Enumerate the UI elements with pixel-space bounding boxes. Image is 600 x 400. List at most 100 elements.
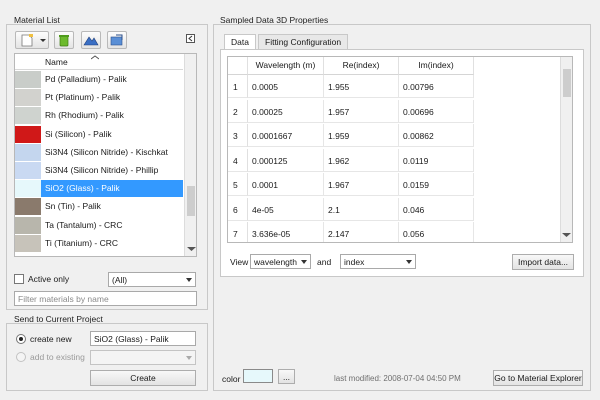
material-filter-value: (All) bbox=[112, 275, 128, 285]
table-cell[interactable]: 3.636e-05 bbox=[248, 222, 324, 242]
table-header-im-index[interactable]: Im(index) bbox=[399, 57, 474, 75]
create-new-radio[interactable] bbox=[16, 334, 26, 344]
material-color-swatch bbox=[15, 125, 41, 143]
collapse-panel-icon[interactable] bbox=[186, 34, 195, 43]
material-list-item[interactable]: Si (Silicon) - Palik bbox=[15, 125, 183, 143]
new-material-button[interactable] bbox=[15, 31, 49, 49]
tab-data[interactable]: Data bbox=[224, 34, 256, 50]
scroll-down-icon[interactable] bbox=[187, 246, 196, 252]
filter-materials-input[interactable]: Filter materials by name bbox=[14, 291, 197, 306]
material-color-swatch bbox=[15, 71, 41, 88]
table-cell[interactable]: 0.0001 bbox=[248, 173, 324, 196]
existing-material-combo[interactable] bbox=[90, 350, 196, 365]
material-color-swatch bbox=[15, 180, 41, 198]
material-list-item[interactable]: Si3N4 (Silicon Nitride) - Kischkat bbox=[15, 143, 183, 161]
last-modified-text: last modified: 2008-07-04 04:50 PM bbox=[334, 374, 461, 383]
create-button[interactable]: Create bbox=[90, 370, 196, 386]
material-list-item[interactable]: Ta (Tantalum) - CRC bbox=[15, 216, 183, 234]
material-color-swatch bbox=[15, 162, 41, 179]
table-cell[interactable]: 0.0159 bbox=[399, 173, 474, 196]
table-row-number[interactable]: 5 bbox=[228, 173, 248, 196]
material-list-item-label: Si3N4 (Silicon Nitride) - Kischkat bbox=[45, 146, 168, 157]
table-header-re-index[interactable]: Re(index) bbox=[324, 57, 399, 75]
table-row-number[interactable]: 2 bbox=[228, 99, 248, 123]
material-list-item[interactable]: Si3N4 (Silicon Nitride) - Phillip bbox=[15, 162, 183, 179]
go-to-material-explorer-button[interactable]: Go to Material Explorer bbox=[493, 370, 583, 386]
material-list-item-label: Sn (Tin) - Palik bbox=[45, 201, 101, 212]
tab-fitting-configuration[interactable]: Fitting Configuration bbox=[258, 34, 349, 49]
material-list-item[interactable]: Pd (Palladium) - Palik bbox=[15, 71, 183, 88]
table-cell[interactable]: 0.046 bbox=[399, 197, 474, 221]
material-list-scrollbar[interactable] bbox=[184, 54, 196, 256]
material-list-item[interactable]: Pt (Platinum) - Palik bbox=[15, 89, 183, 107]
view-x-combo[interactable]: wavelength bbox=[250, 254, 311, 269]
view-y-combo[interactable]: index bbox=[340, 254, 416, 269]
table-row-number[interactable]: 1 bbox=[228, 75, 248, 98]
material-list-item[interactable]: Ti (Titanium) - CRC bbox=[15, 234, 183, 252]
table-cell[interactable]: 4e-05 bbox=[248, 197, 324, 221]
material-list-scroll-thumb[interactable] bbox=[187, 186, 195, 216]
table-cell[interactable]: 0.00025 bbox=[248, 99, 324, 123]
data-table[interactable]: Wavelength (m) Re(index) Im(index) 1 0.00… bbox=[227, 56, 573, 243]
sort-up-icon bbox=[91, 55, 99, 60]
and-label: and bbox=[317, 257, 332, 267]
table-row-number[interactable]: 7 bbox=[228, 222, 248, 242]
table-cell[interactable]: 0.0119 bbox=[399, 148, 474, 172]
color-swatch[interactable] bbox=[243, 369, 273, 383]
material-explorer-button[interactable] bbox=[81, 31, 101, 49]
export-icon bbox=[110, 34, 123, 46]
data-table-scroll-thumb[interactable] bbox=[563, 69, 571, 97]
new-material-name-input[interactable]: SiO2 (Glass) - Palik bbox=[90, 331, 196, 346]
table-header-wavelength[interactable]: Wavelength (m) bbox=[248, 57, 324, 75]
material-list-item-label: Pt (Platinum) - Palik bbox=[45, 92, 121, 103]
table-cell[interactable]: 0.000125 bbox=[248, 148, 324, 172]
choose-color-button[interactable]: ... bbox=[278, 369, 295, 384]
material-list-item[interactable]: SiO2 (Glass) - Palik bbox=[15, 180, 183, 198]
material-list[interactable]: Name Pd (Palladium) - Palik Pt (Platinum)… bbox=[14, 53, 197, 257]
table-cell[interactable]: 0.056 bbox=[399, 222, 474, 242]
table-cell[interactable]: 0.00796 bbox=[399, 75, 474, 98]
dropdown-arrow-icon bbox=[186, 356, 192, 360]
table-row-number[interactable]: 3 bbox=[228, 124, 248, 147]
material-list-item[interactable]: Sn (Tin) - Palik bbox=[15, 198, 183, 216]
new-document-icon bbox=[21, 34, 46, 47]
table-cell[interactable]: 2.1 bbox=[324, 197, 399, 221]
material-list-header[interactable]: Name bbox=[15, 54, 183, 70]
table-cell[interactable]: 1.959 bbox=[324, 124, 399, 147]
import-data-button[interactable]: Import data... bbox=[512, 254, 574, 270]
table-cell[interactable]: 2.147 bbox=[324, 222, 399, 242]
table-row-number[interactable]: 4 bbox=[228, 148, 248, 172]
table-cell[interactable]: 1.957 bbox=[324, 99, 399, 123]
material-list-item-label: Ta (Tantalum) - CRC bbox=[45, 219, 123, 230]
dropdown-arrow-icon bbox=[301, 260, 307, 264]
table-cell[interactable]: 0.00862 bbox=[399, 124, 474, 147]
export-material-button[interactable] bbox=[107, 31, 127, 49]
material-color-swatch bbox=[15, 107, 41, 125]
table-cell[interactable]: 1.955 bbox=[324, 75, 399, 98]
view-x-value: wavelength bbox=[254, 257, 298, 267]
trash-icon bbox=[59, 35, 69, 47]
dropdown-arrow-icon bbox=[406, 260, 412, 264]
active-only-checkbox[interactable] bbox=[14, 274, 24, 284]
table-cell[interactable]: 1.962 bbox=[324, 148, 399, 172]
table-cell[interactable]: 0.0005 bbox=[248, 75, 324, 98]
table-cell[interactable]: 1.967 bbox=[324, 173, 399, 196]
data-table-scrollbar[interactable] bbox=[560, 57, 572, 242]
add-to-existing-radio[interactable] bbox=[16, 352, 26, 362]
delete-material-button[interactable] bbox=[54, 31, 74, 49]
table-corner bbox=[228, 57, 248, 75]
material-list-item-label: SiO2 (Glass) - Palik bbox=[45, 183, 120, 194]
material-list-item-label: Si (Silicon) - Palik bbox=[45, 128, 112, 139]
material-list-item[interactable]: Rh (Rhodium) - Palik bbox=[15, 107, 183, 125]
table-cell[interactable]: 0.00696 bbox=[399, 99, 474, 123]
add-to-existing-label: add to existing bbox=[30, 352, 85, 362]
material-list-item-label: Rh (Rhodium) - Palik bbox=[45, 110, 124, 121]
material-color-swatch bbox=[15, 89, 41, 107]
create-new-label: create new bbox=[30, 334, 72, 344]
material-color-swatch bbox=[15, 198, 41, 216]
material-list-item-label: Pd (Palladium) - Palik bbox=[45, 74, 127, 84]
scroll-down-icon[interactable] bbox=[562, 232, 571, 238]
table-cell[interactable]: 0.0001667 bbox=[248, 124, 324, 147]
material-filter-combo[interactable]: (All) bbox=[108, 272, 196, 287]
table-row-number[interactable]: 6 bbox=[228, 197, 248, 221]
